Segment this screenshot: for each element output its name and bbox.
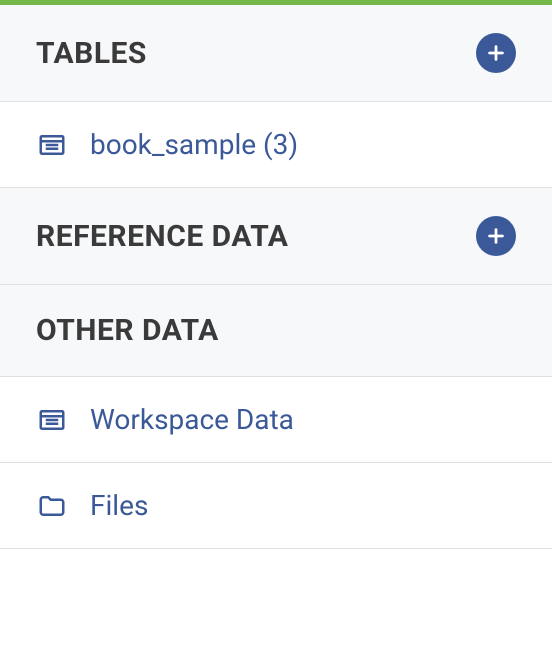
- tables-section-header: TABLES: [0, 5, 552, 102]
- table-icon: [36, 404, 68, 436]
- other-data-section-header: OTHER DATA: [0, 285, 552, 377]
- reference-data-section-title: REFERENCE DATA: [36, 219, 288, 254]
- workspace-data-item[interactable]: Workspace Data: [0, 377, 552, 463]
- tables-section-title: TABLES: [36, 36, 147, 71]
- workspace-data-label: Workspace Data: [90, 403, 294, 436]
- folder-icon: [36, 490, 68, 522]
- plus-circle-icon: [485, 42, 507, 64]
- table-icon: [36, 129, 68, 161]
- plus-circle-icon: [485, 225, 507, 247]
- add-table-button[interactable]: [476, 33, 516, 73]
- other-data-section-title: OTHER DATA: [36, 313, 219, 348]
- reference-data-section-header: REFERENCE DATA: [0, 188, 552, 285]
- files-label: Files: [90, 489, 148, 522]
- files-item[interactable]: Files: [0, 463, 552, 549]
- add-reference-data-button[interactable]: [476, 216, 516, 256]
- table-item-label: book_sample (3): [90, 128, 298, 161]
- table-item-book-sample[interactable]: book_sample (3): [0, 102, 552, 188]
